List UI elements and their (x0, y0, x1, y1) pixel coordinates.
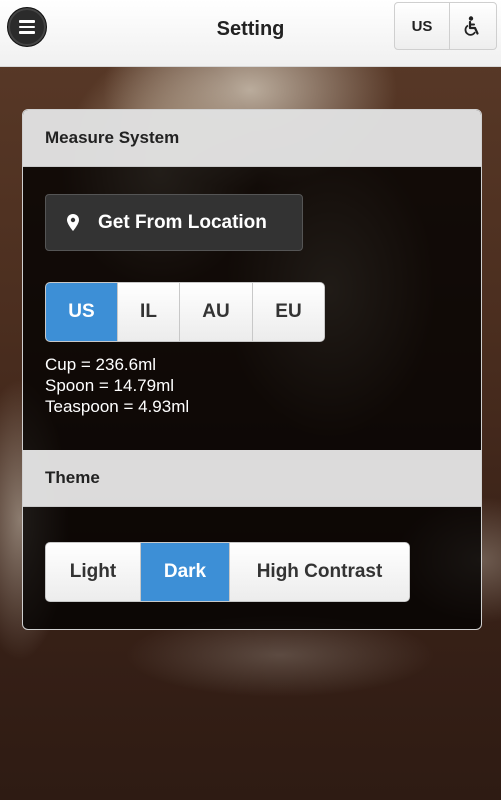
get-from-location-label: Get From Location (98, 211, 267, 233)
unit-option-us[interactable]: US (46, 283, 117, 341)
theme-option-light[interactable]: Light (46, 543, 140, 601)
theme-selector: Light Dark High Contrast (45, 542, 410, 602)
measure-system-heading: Measure System (23, 110, 481, 167)
get-from-location-button[interactable]: Get From Location (45, 194, 303, 251)
top-bar: Setting US (0, 0, 501, 67)
theme-option-dark[interactable]: Dark (140, 543, 229, 601)
theme-heading: Theme (23, 450, 481, 507)
location-pin-icon (67, 213, 79, 231)
cup-conversion: Cup = 236.6ml (45, 355, 157, 374)
measure-unit-selector: US IL AU EU (45, 282, 325, 342)
unit-badge-button[interactable]: US (395, 3, 449, 49)
unit-option-eu[interactable]: EU (252, 283, 324, 341)
accessibility-button[interactable] (449, 3, 496, 49)
unit-option-il[interactable]: IL (117, 283, 179, 341)
accessibility-icon (464, 16, 479, 36)
conversion-info: Cup = 236.6ml Spoon = 14.79ml Teaspoon =… (45, 354, 189, 417)
unit-option-au[interactable]: AU (179, 283, 252, 341)
theme-option-high-contrast[interactable]: High Contrast (229, 543, 409, 601)
settings-panel: Measure System Get From Location US IL A… (22, 109, 482, 630)
spoon-conversion: Spoon = 14.79ml (45, 376, 175, 395)
teaspoon-conversion: Teaspoon = 4.93ml (45, 397, 190, 416)
header-button-group: US (394, 2, 497, 50)
